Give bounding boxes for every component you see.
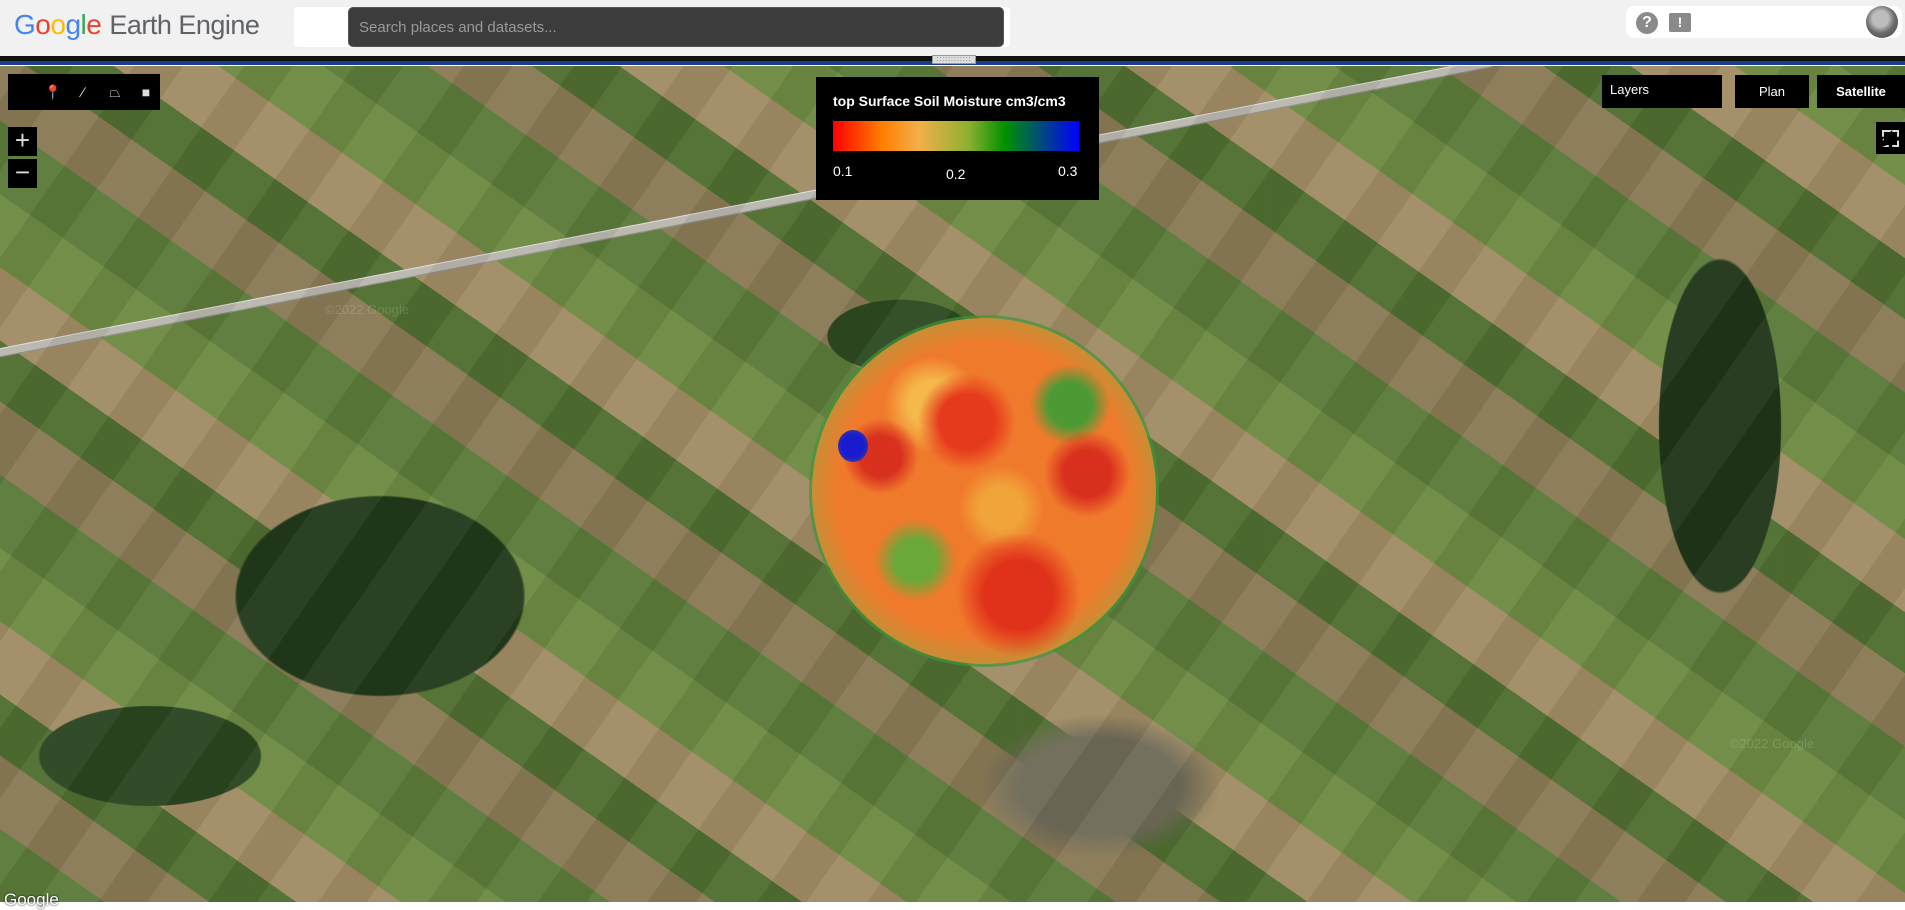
logo-letter-g: G bbox=[14, 9, 36, 40]
layers-button[interactable]: Layers bbox=[1602, 75, 1722, 108]
help-icon[interactable]: ? bbox=[1636, 12, 1658, 34]
logo-letter-o1: o bbox=[35, 9, 51, 40]
top-bar: GoogleEarth Engine ? ! bbox=[0, 0, 1905, 56]
soil-moisture-overlay[interactable] bbox=[812, 318, 1156, 664]
search-input[interactable] bbox=[348, 7, 1004, 47]
account-tools: ? ! bbox=[1626, 6, 1902, 38]
zoom-out-button[interactable]: − bbox=[8, 159, 37, 188]
legend-mid-label: 0.2 bbox=[946, 166, 966, 182]
logo-letter-o2: o bbox=[50, 9, 66, 40]
search-box bbox=[294, 7, 1010, 47]
marker-icon[interactable]: 📍 bbox=[43, 82, 63, 102]
legend-min-label: 0.1 bbox=[833, 163, 853, 179]
high-moisture-spot bbox=[838, 430, 868, 462]
map-watermark: ©2022 Google bbox=[1730, 736, 1815, 751]
map-type-satellite-button[interactable]: Satellite bbox=[1817, 75, 1905, 108]
highway bbox=[0, 66, 1493, 365]
panel-resize-handle[interactable]: :::::::::::: bbox=[932, 55, 976, 64]
logo-product-name: Earth Engine bbox=[109, 10, 260, 40]
drawing-tools: 📍 ∕ ⏢ ■ bbox=[8, 74, 160, 110]
zoom-in-button[interactable]: + bbox=[8, 127, 37, 156]
rectangle-icon[interactable]: ■ bbox=[136, 82, 156, 102]
legend-title: top Surface Soil Moisture cm3/cm3 bbox=[833, 93, 1066, 109]
map-type-plan-button[interactable]: Plan bbox=[1735, 75, 1809, 108]
google-attribution: Google bbox=[4, 890, 59, 909]
polygon-icon[interactable]: ⏢ bbox=[105, 82, 125, 102]
legend-max-label: 0.3 bbox=[1058, 163, 1078, 179]
map-watermark: ©2022 Google bbox=[325, 302, 410, 317]
earth-engine-logo[interactable]: Google Earth Engine bbox=[14, 9, 260, 41]
logo-letter-g2: g bbox=[65, 9, 81, 40]
logo-letter-e: e bbox=[86, 9, 102, 40]
legend-panel: top Surface Soil Moisture cm3/cm3 0.1 0.… bbox=[816, 77, 1099, 200]
fullscreen-icon[interactable] bbox=[1876, 122, 1905, 154]
line-icon[interactable]: ∕ bbox=[73, 82, 93, 102]
feedback-icon[interactable]: ! bbox=[1669, 13, 1691, 32]
legend-color-ramp bbox=[833, 121, 1079, 151]
avatar[interactable] bbox=[1866, 6, 1898, 38]
